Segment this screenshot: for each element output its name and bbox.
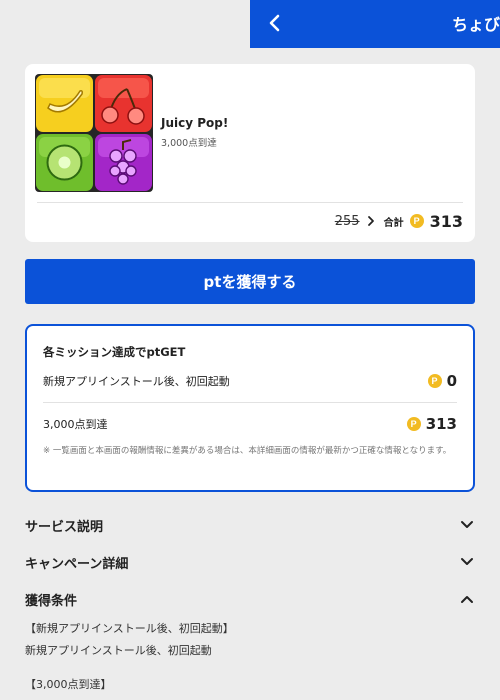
page-title: ちょびリッチ — [452, 15, 500, 34]
header-bar: ちょびリッチ — [250, 0, 500, 48]
back-button[interactable] — [264, 12, 286, 34]
old-points: 255 — [334, 213, 360, 229]
mission-label: 新規アプリインストール後、初回起動 — [43, 375, 230, 388]
condition-heading: 【3,000点到達】 — [25, 678, 112, 691]
condition-heading: 【新規アプリインストール後、初回起動】 — [25, 622, 234, 635]
accordion-label: キャンペーン詳細 — [25, 556, 129, 572]
accordion-acquisition-conditions[interactable]: 獲得条件 — [25, 587, 475, 611]
points-summary: 255 合計 P 313 — [335, 210, 463, 232]
chevron-right-icon — [366, 215, 378, 227]
point-coin-icon: P — [427, 374, 442, 388]
accordion-label: 獲得条件 — [25, 593, 78, 609]
mission-points-value: 0 — [446, 372, 457, 390]
point-coin-icon: P — [409, 214, 424, 228]
app-name: Juicy Pop! — [161, 116, 229, 130]
mission-points-value: 313 — [425, 415, 457, 433]
mission-item: 3,000点到達 P 313 — [43, 413, 457, 435]
accordion-campaign-details[interactable]: キャンペーン詳細 — [25, 550, 475, 574]
accordion-service-description[interactable]: サービス説明 — [25, 513, 475, 537]
mission-item: 新規アプリインストール後、初回起動 P 0 — [43, 370, 457, 392]
get-points-button[interactable]: ptを獲得する — [25, 259, 475, 304]
app-card: Juicy Pop! 3,000点到達 255 合計 P 313 — [25, 64, 475, 242]
app-condition: 3,000点到達 — [161, 138, 217, 149]
total-points: 313 — [429, 211, 463, 231]
total-label: 合計 — [383, 217, 404, 229]
chevron-down-icon — [459, 517, 475, 533]
chevron-up-icon — [459, 591, 475, 607]
divider — [37, 202, 463, 203]
mission-label: 3,000点到達 — [43, 418, 108, 431]
chevron-down-icon — [459, 554, 475, 570]
mission-title: 各ミッション達成でptGET — [43, 345, 186, 359]
mission-points: P 313 — [406, 415, 457, 433]
accordion-label: サービス説明 — [25, 519, 104, 535]
mission-points: P 0 — [427, 372, 457, 390]
divider — [43, 402, 457, 403]
condition-text: 新規アプリインストール後、初回起動 — [25, 644, 212, 657]
point-coin-icon: P — [406, 417, 421, 431]
chevron-left-icon — [269, 14, 280, 32]
mission-box: 各ミッション達成でptGET 新規アプリインストール後、初回起動 P 0 3,0… — [25, 324, 475, 492]
app-icon[interactable] — [35, 74, 153, 192]
mission-note: ※ 一覧画面と本画面の報酬情報に差異がある場合は、本詳細画面の情報が最新かつ正確… — [43, 446, 452, 456]
